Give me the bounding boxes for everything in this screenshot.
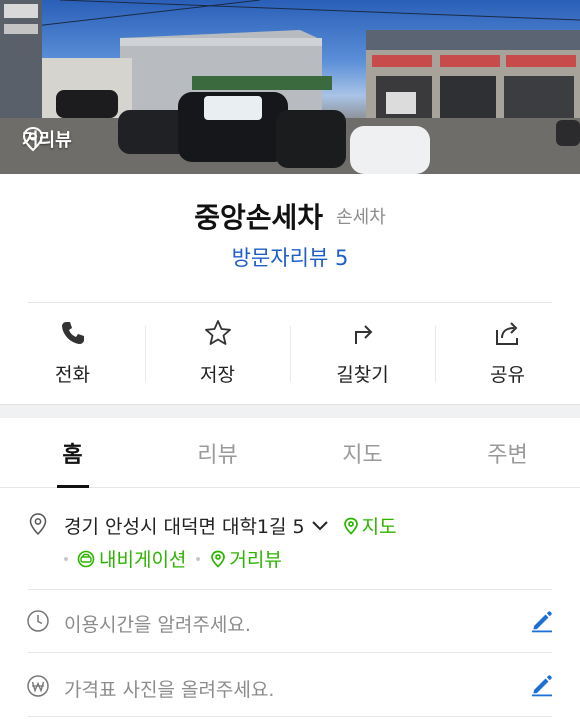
street-view-photo[interactable]: 거리뷰 [0, 0, 580, 174]
share-label: 공유 [490, 364, 525, 386]
phone-icon [58, 318, 88, 348]
place-name: 중앙손세차 [194, 201, 324, 234]
directions-icon [348, 318, 378, 348]
divider [28, 302, 552, 303]
map-link-label: 지도 [361, 516, 397, 538]
place-category: 손세차 [336, 207, 386, 228]
directions-label: 길찾기 [336, 364, 389, 386]
separator-dot [64, 556, 68, 561]
divider [28, 589, 552, 590]
call-label: 전화 [55, 364, 90, 386]
pencil-icon[interactable] [530, 673, 554, 697]
navigation-link[interactable]: 내비게이션 [76, 545, 186, 572]
save-button[interactable]: 저장 [145, 318, 290, 388]
photo-scene [0, 0, 580, 174]
separator-dot [196, 556, 201, 561]
tab-reviews[interactable]: 리뷰 [145, 418, 290, 487]
share-button[interactable]: 공유 [435, 318, 580, 388]
street-view-badge[interactable]: 거리뷰 [22, 126, 72, 152]
share-icon [493, 318, 523, 348]
hours-prompt: 이용시간을 알려주세요. [64, 614, 251, 636]
price-prompt: 가격표 사진을 올려주세요. [64, 679, 275, 701]
street-view-link[interactable]: 거리뷰 [210, 545, 282, 572]
address-text: 경기 안성시 대덕면 대학1길 5 [64, 516, 305, 538]
location-pin-icon [211, 550, 226, 568]
navigation-label: 내비게이션 [99, 549, 187, 571]
won-currency-icon [27, 675, 49, 697]
chevron-down-icon[interactable] [311, 520, 329, 532]
map-pin-icon [343, 517, 358, 535]
pencil-icon[interactable] [530, 609, 554, 633]
car-icon [77, 550, 95, 567]
clock-icon [27, 610, 49, 632]
tab-nearby[interactable]: 주변 [435, 418, 580, 487]
save-label: 저장 [200, 364, 235, 386]
place-title-row: 중앙손세차 손세차 [0, 196, 580, 236]
tab-home[interactable]: 홈 [0, 418, 145, 488]
call-button[interactable]: 전화 [0, 318, 145, 388]
address-sub-links: 내비게이션 거리뷰 [64, 545, 282, 572]
map-link[interactable]: 지도 [343, 512, 397, 539]
address-row: 경기 안성시 대덕면 대학1길 5 지도 [64, 512, 397, 539]
section-divider [0, 404, 580, 418]
divider [28, 652, 552, 653]
street-view-link-label: 거리뷰 [229, 549, 282, 571]
divider [28, 716, 552, 717]
tab-map[interactable]: 지도 [290, 418, 435, 487]
tab-bar: 홈 리뷰 지도 주변 [0, 418, 580, 488]
location-pin-icon [22, 126, 44, 152]
star-icon [203, 318, 233, 348]
visitor-review-link[interactable]: 방문자리뷰 5 [0, 242, 580, 272]
action-bar: 전화 저장 길찾기 공유 [0, 318, 580, 388]
directions-button[interactable]: 길찾기 [290, 318, 435, 388]
location-pin-icon [29, 513, 47, 536]
